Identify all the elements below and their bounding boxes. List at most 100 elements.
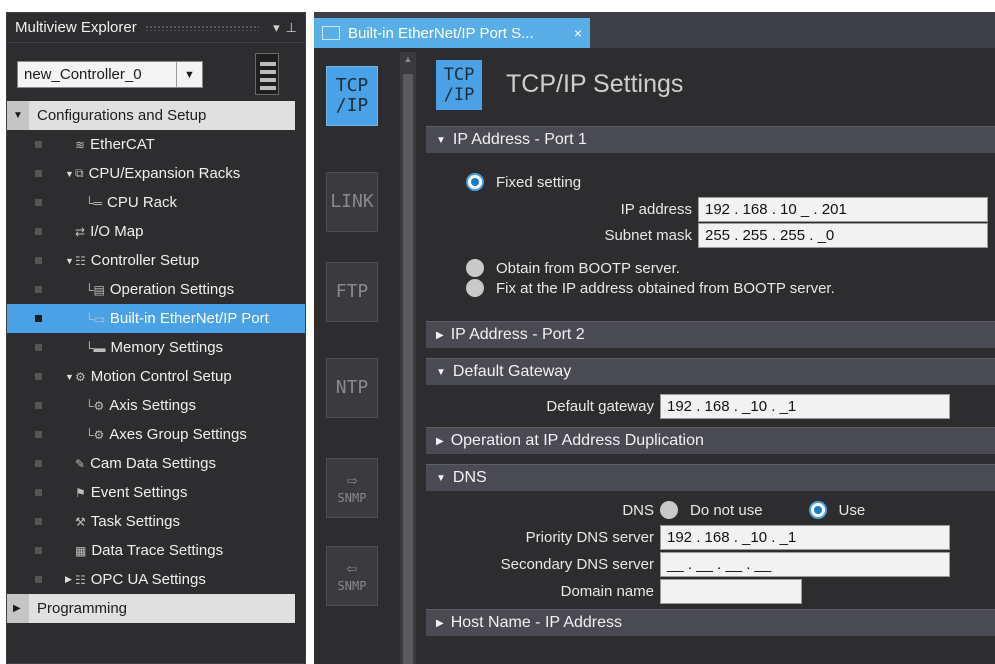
ip-address-label: IP address bbox=[620, 201, 692, 218]
tree-item-cpu-expansion-racks[interactable]: ▼ ⧉ CPU/Expansion Racks bbox=[7, 159, 305, 188]
collapse-icon[interactable]: ▼ bbox=[13, 110, 29, 121]
rail-snmp-button[interactable]: ⇨ SNMP bbox=[326, 458, 378, 518]
group-default-gateway-body: Default gateway 192 . 168 . _10 . _1 bbox=[426, 385, 995, 427]
tree-item-ethercat[interactable]: ≋ EtherCAT bbox=[7, 130, 305, 159]
pin-icon[interactable]: ⊥ bbox=[286, 20, 297, 36]
radio-bootp-fix-label: Fix at the IP address obtained from BOOT… bbox=[496, 279, 835, 297]
priority-dns-field[interactable]: 192 . 168 . _10 . _1 bbox=[660, 525, 950, 550]
tcpip-settings-panel: TCP /IP TCP/IP Settings ▼ IP Address - P… bbox=[426, 48, 995, 664]
memory-icon: └▬ bbox=[85, 340, 106, 355]
dns-label: DNS bbox=[622, 501, 654, 519]
tree-item-memory-settings[interactable]: └▬ Memory Settings bbox=[7, 333, 305, 362]
rail-scrollbar[interactable]: ▲ bbox=[400, 52, 416, 664]
group-ip-port2[interactable]: ▶ IP Address - Port 2 bbox=[426, 321, 995, 348]
radio-bootp[interactable]: Obtain from BOOTP server. bbox=[466, 259, 680, 277]
expand-icon[interactable]: ▶ bbox=[436, 618, 444, 629]
tab-builtin-ethernet-port[interactable]: Built-in EtherNet/IP Port S... × bbox=[314, 18, 590, 48]
tree-item-label: Data Trace Settings bbox=[91, 542, 224, 559]
tree-item-axis-settings[interactable]: └⚙ Axis Settings bbox=[7, 391, 305, 420]
expand-icon[interactable]: ▶ bbox=[436, 330, 444, 341]
default-gateway-row: Default gateway 192 . 168 . _10 . _1 bbox=[466, 394, 950, 419]
radio-bootp-icon[interactable] bbox=[466, 259, 484, 277]
radio-dns-not-use[interactable] bbox=[660, 501, 678, 519]
tree-bullet bbox=[35, 402, 42, 409]
tree-item-label: CPU Rack bbox=[107, 194, 178, 211]
radio-fixed-icon[interactable] bbox=[466, 173, 484, 191]
expand-icon[interactable]: ▶ bbox=[13, 603, 29, 614]
rail-tcpip-button[interactable]: TCP /IP bbox=[326, 66, 378, 126]
collapse-icon[interactable]: ▼ bbox=[65, 169, 75, 179]
dns-mode-row: DNS Do not use Use bbox=[466, 501, 865, 519]
section-programming-label: Programming bbox=[29, 594, 295, 623]
expand-icon[interactable]: ▶ bbox=[436, 436, 444, 447]
group-default-gateway-label: Default Gateway bbox=[452, 363, 572, 380]
tree-item-label: Controller Setup bbox=[90, 252, 200, 269]
ip-address-row: IP address 192 . 168 . 10 _ . 201 bbox=[506, 197, 988, 222]
subnet-mask-field[interactable]: 255 . 255 . 255 . _0 bbox=[698, 223, 988, 248]
secondary-dns-label: Secondary DNS server bbox=[500, 556, 654, 573]
collapse-icon[interactable]: ▼ bbox=[65, 256, 75, 266]
rail-snmp-trap-button[interactable]: ⇦ SNMP bbox=[326, 546, 378, 606]
subnet-mask-label: Subnet mask bbox=[604, 227, 692, 244]
secondary-dns-field[interactable]: __ . __ . __ . __ bbox=[660, 552, 950, 577]
tree-item-cam-data-settings[interactable]: ✎ Cam Data Settings bbox=[7, 449, 305, 478]
rail-ntp-label: NTP bbox=[335, 377, 369, 398]
tree-item-built-in-ethernet-ip-port[interactable]: └▭ Built-in EtherNet/IP Port bbox=[7, 304, 305, 333]
radio-bootp-fix[interactable]: Fix at the IP address obtained from BOOT… bbox=[466, 279, 835, 297]
tree-item-label: Axis Settings bbox=[109, 397, 196, 414]
default-gateway-field[interactable]: 192 . 168 . _10 . _1 bbox=[660, 394, 950, 419]
tree-item-axes-group-settings[interactable]: └⚙ Axes Group Settings bbox=[7, 420, 305, 449]
controller-select[interactable]: new_Controller_0 ▼ bbox=[17, 61, 203, 88]
collapse-icon[interactable]: ▼ bbox=[65, 372, 75, 382]
tree-item-opc-ua-settings[interactable]: ▶ ☷ OPC UA Settings bbox=[7, 565, 305, 594]
cpu-rack-icon: └═ bbox=[85, 195, 103, 210]
ip-address-field[interactable]: 192 . 168 . 10 _ . 201 bbox=[698, 197, 988, 222]
tree-item-operation-settings[interactable]: └▤ Operation Settings bbox=[7, 275, 305, 304]
group-host-name[interactable]: ▶ Host Name - IP Address bbox=[426, 609, 995, 636]
expand-icon[interactable]: ▶ bbox=[65, 574, 75, 585]
controller-setup-icon: ☷ bbox=[75, 253, 86, 268]
tree-item-i-o-map[interactable]: ⇄ I/O Map bbox=[7, 217, 305, 246]
scroll-up-icon[interactable]: ▲ bbox=[400, 54, 416, 64]
scrollbar-thumb[interactable] bbox=[403, 74, 413, 664]
rail-link-button[interactable]: LINK bbox=[326, 172, 378, 232]
collapse-icon[interactable]: ▼ bbox=[436, 473, 446, 484]
section-programming[interactable]: ▶ Programming bbox=[7, 594, 295, 623]
task-icon: ⚒ bbox=[75, 514, 86, 529]
dropdown-icon[interactable]: ▾ bbox=[273, 20, 280, 36]
group-ip-port2-label: IP Address - Port 2 bbox=[450, 326, 585, 343]
rack-icon: ⧉ bbox=[75, 166, 84, 180]
section-configurations[interactable]: ▼ Configurations and Setup bbox=[7, 101, 295, 130]
explorer-header: Multiview Explorer ▾ ⊥ bbox=[7, 13, 305, 43]
group-dns[interactable]: ▼ DNS bbox=[426, 464, 995, 491]
tree-bullet bbox=[35, 315, 42, 322]
close-icon[interactable]: × bbox=[574, 25, 582, 41]
tree-item-label: Memory Settings bbox=[110, 339, 224, 356]
radio-fixed-setting[interactable]: Fixed setting bbox=[466, 173, 581, 191]
radio-dns-use[interactable] bbox=[808, 501, 827, 519]
tree-item-data-trace-settings[interactable]: ▦ Data Trace Settings bbox=[7, 536, 305, 565]
chevron-down-icon[interactable]: ▼ bbox=[176, 62, 202, 87]
tree-item-motion-control-setup[interactable]: ▼ ⚙ Motion Control Setup bbox=[7, 362, 305, 391]
tree-item-task-settings[interactable]: ⚒ Task Settings bbox=[7, 507, 305, 536]
tree-item-event-settings[interactable]: ⚑ Event Settings bbox=[7, 478, 305, 507]
radio-fixed-label: Fixed setting bbox=[496, 173, 582, 191]
tree-bullet bbox=[35, 547, 42, 554]
group-ip-duplication[interactable]: ▶ Operation at IP Address Duplication bbox=[426, 427, 995, 454]
tree-item-controller-setup[interactable]: ▼ ☷ Controller Setup bbox=[7, 246, 305, 275]
domain-name-field[interactable] bbox=[660, 579, 802, 604]
rail-ftp-label: FTP bbox=[335, 281, 369, 302]
tree-item-cpu-rack[interactable]: └═ CPU Rack bbox=[7, 188, 305, 217]
group-ip-port1[interactable]: ▼ IP Address - Port 1 bbox=[426, 126, 995, 153]
rail-ntp-button[interactable]: NTP bbox=[326, 358, 378, 418]
priority-dns-row: Priority DNS server 192 . 168 . _10 . _1 bbox=[466, 525, 950, 550]
collapse-icon[interactable]: ▼ bbox=[436, 367, 446, 378]
tree-item-label: OPC UA Settings bbox=[90, 571, 206, 588]
rail-ftp-button[interactable]: FTP bbox=[326, 262, 378, 322]
group-default-gateway[interactable]: ▼ Default Gateway bbox=[426, 358, 995, 385]
radio-bootp-fix-icon[interactable] bbox=[466, 279, 484, 297]
collapse-icon[interactable]: ▼ bbox=[436, 135, 446, 146]
ethernet-port-icon: └▭ bbox=[85, 311, 105, 326]
motion-icon: ⚙ bbox=[75, 369, 86, 384]
section-configurations-label: Configurations and Setup bbox=[29, 101, 295, 130]
